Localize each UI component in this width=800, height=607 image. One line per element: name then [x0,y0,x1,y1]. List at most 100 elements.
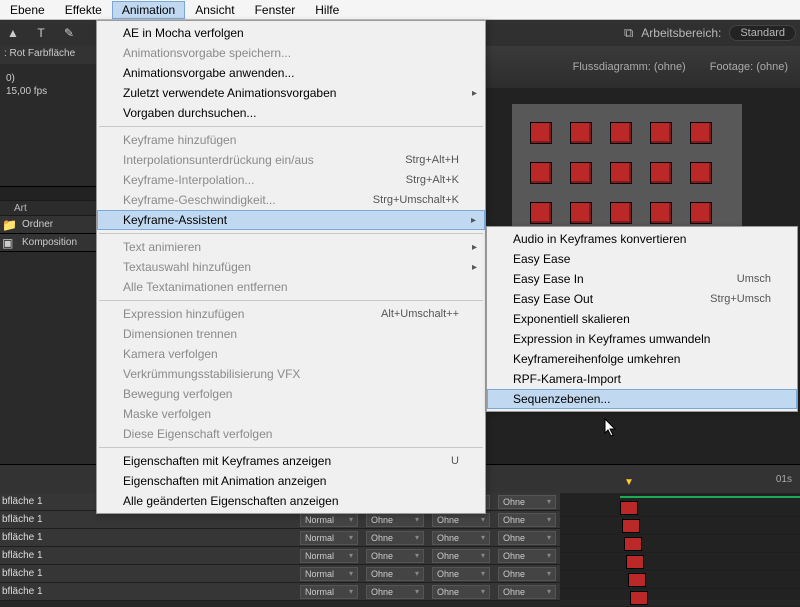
selection-tool-icon[interactable]: ▲ [4,24,22,42]
work-area-bar[interactable] [620,496,800,498]
layer-row[interactable]: bfläche 1NormalOhneOhneOhne [0,583,560,601]
track-matte-dropdown[interactable]: Ohne [498,585,556,599]
menu-item[interactable]: Keyframe-Assistent [97,210,485,230]
menu-item[interactable]: Easy Ease [487,249,797,269]
track-matte-dropdown[interactable]: Ohne [366,549,424,563]
menu-item[interactable]: AE in Mocha verfolgen [97,23,485,43]
swatch[interactable] [650,122,672,144]
timeline-track[interactable] [560,517,800,535]
swatch[interactable] [530,122,552,144]
layer-row[interactable]: bfläche 1NormalOhneOhneOhne [0,529,560,547]
menu-item[interactable]: Eigenschaften mit Keyframes anzeigenU [97,451,485,471]
swatch[interactable] [610,162,632,184]
project-selection: : Rot Farbfläche [0,46,96,64]
layer-clip[interactable] [628,573,646,587]
tab-flowchart[interactable]: Flussdiagramm: (ohne) [561,57,698,77]
folder-icon: 📁 [2,218,16,232]
menu-item: Text animieren [97,237,485,257]
track-matte-dropdown[interactable]: Ohne [498,567,556,581]
layer-clip[interactable] [622,519,640,533]
menu-item[interactable]: Vorgaben durchsuchen... [97,103,485,123]
menu-hilfe[interactable]: Hilfe [305,1,349,19]
swatch[interactable] [570,122,592,144]
menu-item[interactable]: Expression in Keyframes umwandeln [487,329,797,349]
layer-clip[interactable] [630,591,648,605]
menu-item[interactable]: RPF-Kamera-Import [487,369,797,389]
project-columns-header: Art [0,200,96,216]
time-label: 01s [776,474,800,485]
swatch[interactable] [610,202,632,224]
time-indicator-icon[interactable]: ▼ [624,477,634,488]
track-matte-dropdown[interactable]: Ohne [498,549,556,563]
menu-item: Keyframe hinzufügen [97,130,485,150]
pen-tool-icon[interactable]: ✎ [60,24,78,42]
timeline-track[interactable] [560,535,800,553]
menu-item: Keyframe-Interpolation...Strg+Alt+K [97,170,485,190]
layer-row[interactable]: bfläche 1NormalOhneOhneOhne [0,547,560,565]
menu-item[interactable]: Alle geänderten Eigenschaften anzeigen [97,491,485,511]
swatch[interactable] [650,202,672,224]
layer-clip[interactable] [624,537,642,551]
swatch[interactable] [530,202,552,224]
workspace-selector[interactable]: Standard [729,25,796,41]
blend-mode-dropdown[interactable]: Normal [300,549,358,563]
swatch[interactable] [570,202,592,224]
timeline-track[interactable] [560,553,800,571]
layer-clip[interactable] [626,555,644,569]
track-matte-dropdown[interactable]: Ohne [366,531,424,545]
track-matte-dropdown[interactable]: Ohne [366,567,424,581]
menu-animation[interactable]: Animation [112,1,185,19]
track-matte-dropdown[interactable]: Ohne [432,567,490,581]
menu-item[interactable]: Eigenschaften mit Animation anzeigen [97,471,485,491]
blend-mode-dropdown[interactable]: Normal [300,513,358,527]
track-matte-dropdown[interactable]: Ohne [498,495,556,509]
track-matte-dropdown[interactable]: Ohne [498,531,556,545]
timeline-ruler[interactable]: ▼ 01s [560,465,800,493]
swatch[interactable] [530,162,552,184]
project-item-folder[interactable]: 📁 Ordner [0,216,96,234]
menu-item: Dimensionen trennen [97,324,485,344]
menu-item: Diese Eigenschaft verfolgen [97,424,485,444]
blend-mode-dropdown[interactable]: Normal [300,567,358,581]
track-matte-dropdown[interactable]: Ohne [432,513,490,527]
menu-item[interactable]: Easy Ease OutStrg+Umsch [487,289,797,309]
animation-menu: AE in Mocha verfolgenAnimationsvorgabe s… [96,20,486,514]
blend-mode-dropdown[interactable]: Normal [300,585,358,599]
track-matte-dropdown[interactable]: Ohne [498,513,556,527]
layer-row[interactable]: bfläche 1NormalOhneOhneOhne [0,565,560,583]
type-tool-icon[interactable]: T [32,24,50,42]
menubar: Ebene Effekte Animation Ansicht Fenster … [0,0,800,20]
track-matte-dropdown[interactable]: Ohne [432,531,490,545]
menu-item: Verkrümmungsstabilisierung VFX [97,364,485,384]
timeline-track[interactable] [560,589,800,607]
swatch[interactable] [570,162,592,184]
menu-ebene[interactable]: Ebene [0,1,55,19]
menu-item[interactable]: Animationsvorgabe anwenden... [97,63,485,83]
swatch[interactable] [650,162,672,184]
swatch[interactable] [690,122,712,144]
menu-item[interactable]: Exponentiell skalieren [487,309,797,329]
tab-footage[interactable]: Footage: (ohne) [698,57,800,77]
swatch[interactable] [690,202,712,224]
menu-item[interactable]: Zuletzt verwendete Animationsvorgaben [97,83,485,103]
menu-ansicht[interactable]: Ansicht [185,1,244,19]
menu-item[interactable]: Audio in Keyframes konvertieren [487,229,797,249]
blend-mode-dropdown[interactable]: Normal [300,531,358,545]
timeline-track[interactable] [560,571,800,589]
layer-clip[interactable] [620,501,638,515]
menu-item[interactable]: Easy Ease InUmsch [487,269,797,289]
menu-item[interactable]: Keyframereihenfolge umkehren [487,349,797,369]
track-matte-dropdown[interactable]: Ohne [366,585,424,599]
project-item-comp[interactable]: ▣ Komposition [0,234,96,252]
menu-fenster[interactable]: Fenster [245,1,306,19]
track-matte-dropdown[interactable]: Ohne [432,549,490,563]
menu-item[interactable]: Sequenzebenen... [487,389,797,409]
keyframe-assistant-submenu: Audio in Keyframes konvertierenEasy Ease… [486,226,798,412]
timeline-track[interactable] [560,499,800,517]
menu-effekte[interactable]: Effekte [55,1,112,19]
swatch[interactable] [690,162,712,184]
swatch[interactable] [610,122,632,144]
link-icon: ⧉ [624,25,633,41]
track-matte-dropdown[interactable]: Ohne [432,585,490,599]
track-matte-dropdown[interactable]: Ohne [366,513,424,527]
